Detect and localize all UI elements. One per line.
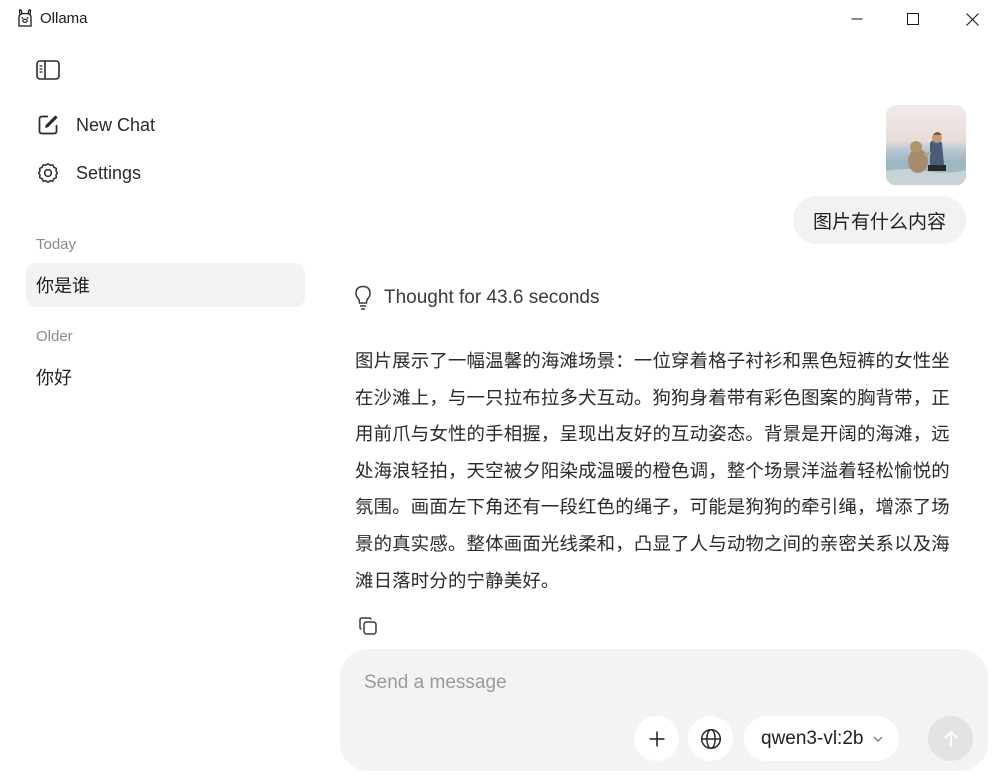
settings-button[interactable]: Settings — [26, 153, 306, 193]
sidebar-toggle-button[interactable] — [34, 57, 62, 83]
model-selector[interactable]: qwen3-vl:2b — [744, 716, 900, 761]
close-button[interactable] — [949, 0, 995, 38]
settings-label: Settings — [76, 162, 142, 183]
close-icon — [965, 12, 979, 26]
minimize-button[interactable] — [834, 0, 880, 38]
attached-image[interactable] — [886, 105, 966, 185]
lightbulb-icon — [352, 285, 374, 311]
globe-icon — [700, 728, 721, 749]
arrow-up-icon — [943, 730, 958, 747]
copy-icon — [359, 617, 377, 635]
compose-icon — [36, 113, 60, 137]
ollama-logo-icon — [16, 8, 34, 28]
plus-icon — [649, 731, 664, 746]
chevron-down-icon — [873, 736, 883, 742]
gear-icon — [36, 161, 60, 185]
thought-label: Thought for 43.6 seconds — [384, 287, 600, 308]
send-button[interactable] — [928, 716, 973, 761]
title-bar: Ollama — [0, 0, 995, 38]
beach-photo-thumbnail — [886, 105, 966, 185]
model-name: qwen3-vl:2b — [761, 727, 864, 749]
section-label-today: Today — [36, 236, 77, 253]
copy-button[interactable] — [355, 613, 381, 639]
thought-toggle[interactable]: Thought for 43.6 seconds — [352, 285, 599, 311]
assistant-message: 图片展示了一幅温馨的海滩场景：一位穿着格子衬衫和黑色短裤的女性坐在沙滩上，与一只… — [355, 351, 950, 592]
chat-item-active[interactable]: 你是谁 — [26, 263, 305, 307]
maximize-icon — [907, 13, 919, 25]
attach-button[interactable] — [634, 716, 679, 761]
sidebar-icon — [36, 60, 60, 80]
chat-item[interactable]: 你好 — [26, 355, 305, 399]
app-title: Ollama — [40, 10, 88, 27]
message-composer: qwen3-vl:2b — [340, 649, 988, 771]
new-chat-label: New Chat — [76, 114, 156, 135]
message-input[interactable] — [364, 669, 924, 697]
minimize-icon — [851, 18, 863, 20]
section-label-older: Older — [36, 328, 73, 345]
maximize-button[interactable] — [890, 0, 936, 38]
user-message-bubble: 图片有什么内容 — [792, 196, 966, 244]
new-chat-button[interactable]: New Chat — [26, 105, 306, 145]
web-search-button[interactable] — [688, 716, 733, 761]
